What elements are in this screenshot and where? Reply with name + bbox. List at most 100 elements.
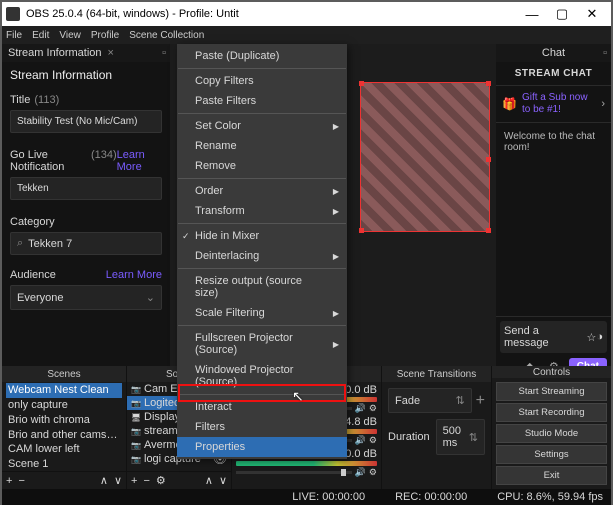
scene-item[interactable]: only capture	[6, 398, 122, 413]
start-streaming-button[interactable]: Start Streaming	[496, 382, 607, 401]
gift-banner[interactable]: 🎁 Gift a Sub now to be #1! ›	[496, 86, 611, 123]
gift-text: Gift a Sub now to be #1!	[522, 92, 596, 116]
volume-slider[interactable]	[236, 471, 352, 474]
camera-icon: 📷	[131, 385, 141, 394]
dock-tab-chat[interactable]: Chat ▫	[496, 44, 611, 62]
mute-button[interactable]: 🔊	[355, 403, 366, 414]
gear-icon[interactable]: ⚙	[369, 403, 377, 414]
gift-icon: 🎁	[502, 96, 517, 112]
source-up-button[interactable]: ∧	[205, 474, 213, 487]
menu-item[interactable]: Transform▶	[177, 201, 347, 221]
window-title: OBS 25.0.4 (64-bit, windows) - Profile: …	[26, 8, 517, 20]
menu-item[interactable]: Set Color▶	[177, 116, 347, 136]
menu-item[interactable]: ✓Hide in Mixer	[177, 226, 347, 246]
source-bounding-box[interactable]	[360, 82, 490, 232]
menu-item[interactable]: Rename	[177, 136, 347, 156]
mute-button[interactable]: 🔊	[355, 467, 366, 478]
camera-icon: 📷	[131, 441, 141, 450]
chat-messages: Welcome to the chat room!	[496, 123, 611, 316]
chat-input[interactable]: Send a message ☆ ◑	[500, 321, 607, 353]
title-label: Title	[10, 94, 30, 106]
duration-label: Duration	[388, 431, 430, 443]
scene-item[interactable]: Scene 1	[6, 457, 122, 471]
scene-item[interactable]: Brio and other cams alone	[6, 428, 122, 443]
title-input[interactable]: Stability Test (No Mic/Cam)	[10, 110, 162, 133]
status-bar: LIVE: 00:00:00 REC: 00:00:00 CPU: 8.6%, …	[2, 489, 611, 505]
status-live: LIVE: 00:00:00	[292, 491, 365, 503]
add-source-button[interactable]: +	[131, 475, 137, 487]
menu-item[interactable]: Fullscreen Projector (Source)▶	[177, 328, 347, 360]
start-recording-button[interactable]: Start Recording	[496, 403, 607, 422]
golive-input[interactable]: Tekken	[10, 177, 162, 200]
scene-up-button[interactable]: ∧	[100, 474, 108, 487]
learn-more-link[interactable]: Learn More	[106, 269, 162, 281]
context-menu[interactable]: Paste (Duplicate) Copy FiltersPaste Filte…	[177, 44, 347, 459]
controls-header: Controls	[492, 366, 611, 378]
camera-icon: 📷	[131, 399, 141, 408]
chevron-down-icon: ⌄	[146, 291, 155, 304]
app-icon	[6, 7, 20, 21]
settings-button[interactable]: Settings	[496, 445, 607, 464]
menu-item: Resize output (source size)	[177, 271, 347, 303]
menu-file[interactable]: File	[6, 30, 22, 41]
menu-item: Paste (Duplicate)	[177, 46, 347, 66]
menu-profile[interactable]: Profile	[91, 30, 119, 41]
scene-down-button[interactable]: ∨	[114, 474, 122, 487]
chevron-up-down-icon: ⇅	[469, 431, 478, 444]
display-icon: 🖥	[131, 413, 141, 422]
mute-button[interactable]: 🔊	[355, 435, 366, 446]
menu-item[interactable]: Deinterlacing▶	[177, 246, 347, 266]
popout-icon[interactable]: ▫	[162, 47, 166, 59]
emote-icon[interactable]: ◑	[596, 331, 603, 343]
menu-item[interactable]: Properties	[177, 437, 347, 457]
scene-item[interactable]: Webcam Nest Clean	[6, 383, 122, 398]
transition-select[interactable]: Fade⇅	[388, 388, 472, 413]
scene-item[interactable]: Brio with chroma	[6, 413, 122, 428]
gear-icon[interactable]: ⚙	[369, 467, 377, 478]
minimize-button[interactable]: —	[517, 4, 547, 24]
level-meter	[236, 461, 377, 466]
category-input[interactable]: ⌕Tekken 7	[10, 232, 162, 255]
remove-scene-button[interactable]: −	[18, 475, 24, 487]
menu-edit[interactable]: Edit	[32, 30, 49, 41]
menu-item[interactable]: Windowed Projector (Source)	[177, 360, 347, 392]
camera-icon: 📷	[131, 427, 141, 436]
menu-scene-collection[interactable]: Scene Collection	[129, 30, 204, 41]
add-transition-button[interactable]: +	[476, 392, 485, 410]
menu-item[interactable]: Order▶	[177, 181, 347, 201]
chat-header: STREAM CHAT	[496, 62, 611, 86]
popout-icon[interactable]: ▫	[603, 47, 607, 59]
scenes-header: Scenes	[2, 366, 126, 382]
menu-item[interactable]: Scale Filtering▶	[177, 303, 347, 323]
exit-button[interactable]: Exit	[496, 466, 607, 485]
maximize-button[interactable]: ▢	[547, 4, 577, 24]
menu-item[interactable]: Remove	[177, 156, 347, 176]
panel-header: Stream Information	[2, 62, 170, 90]
golive-label: Go Live Notification	[10, 149, 87, 173]
menu-view[interactable]: View	[59, 30, 81, 41]
source-down-button[interactable]: ∨	[219, 474, 227, 487]
scene-item[interactable]: CAM lower left	[6, 442, 122, 457]
chevron-up-down-icon: ⇅	[455, 394, 464, 407]
star-icon[interactable]: ☆	[586, 331, 596, 344]
menu-item[interactable]: Filters	[177, 417, 347, 437]
window-titlebar: OBS 25.0.4 (64-bit, windows) - Profile: …	[2, 2, 611, 26]
close-button[interactable]: ✕	[577, 4, 607, 24]
menu-item[interactable]: Copy Filters	[177, 71, 347, 91]
audience-select[interactable]: Everyone⌄	[10, 285, 162, 310]
scenes-list[interactable]: Webcam Nest Clean only capture Brio with…	[2, 382, 126, 471]
add-scene-button[interactable]: +	[6, 475, 12, 487]
learn-more-link[interactable]: Learn More	[117, 149, 162, 173]
status-rec: REC: 00:00:00	[395, 491, 467, 503]
menu-item: Paste Filters	[177, 91, 347, 111]
duration-input[interactable]: 500 ms⇅	[436, 419, 485, 455]
chat-panel: Chat ▫ STREAM CHAT 🎁 Gift a Sub now to b…	[496, 44, 611, 366]
studio-mode-button[interactable]: Studio Mode	[496, 424, 607, 443]
source-properties-button[interactable]: ⚙	[156, 474, 166, 487]
camera-icon: 📷	[131, 455, 141, 464]
controls-panel: Controls Start Streaming Start Recording…	[492, 366, 611, 489]
gear-icon[interactable]: ⚙	[369, 435, 377, 446]
close-icon[interactable]: ×	[108, 47, 114, 59]
dock-tab-stream-info[interactable]: Stream Information× ▫	[2, 44, 170, 62]
remove-source-button[interactable]: −	[143, 475, 149, 487]
